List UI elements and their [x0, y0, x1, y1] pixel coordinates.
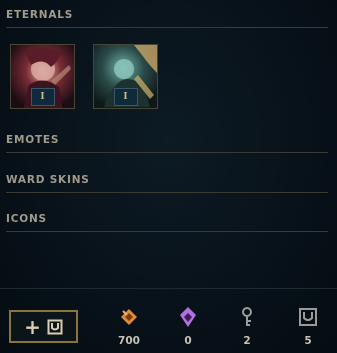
mythic-essence-icon — [180, 307, 196, 327]
divider — [6, 27, 328, 28]
currency-chests: 5 — [288, 305, 328, 347]
section-title-ward-skins[interactable]: WARD SKINS — [6, 174, 90, 186]
chests-value: 5 — [304, 335, 312, 347]
chest-icon — [299, 308, 317, 326]
eternal-tile-2[interactable]: I — [93, 44, 158, 109]
tier-badge: I — [30, 88, 55, 106]
plus-icon: + — [24, 314, 41, 339]
chest-plus-icon — [47, 319, 63, 334]
divider — [6, 192, 328, 193]
section-title-eternals: ETERNALS — [6, 9, 74, 21]
keys-value: 2 — [243, 335, 251, 347]
currency-mythic-essence: 0 — [168, 305, 208, 347]
blue-essence-icon — [121, 309, 137, 325]
blue-essence-value: 700 — [118, 335, 140, 347]
eternal-tile-1[interactable]: I — [10, 44, 75, 109]
key-icon — [242, 307, 252, 326]
currency-keys: 2 — [227, 305, 267, 347]
section-title-emotes[interactable]: EMOTES — [6, 134, 59, 146]
divider — [6, 152, 328, 153]
mythic-essence-value: 0 — [184, 335, 192, 347]
currency-blue-essence: 700 — [109, 305, 149, 347]
section-title-icons[interactable]: ICONS — [6, 213, 47, 225]
tier-badge: I — [113, 88, 138, 106]
footer-divider — [0, 288, 337, 289]
add-chest-button[interactable]: + — [9, 310, 78, 343]
divider — [6, 231, 328, 232]
